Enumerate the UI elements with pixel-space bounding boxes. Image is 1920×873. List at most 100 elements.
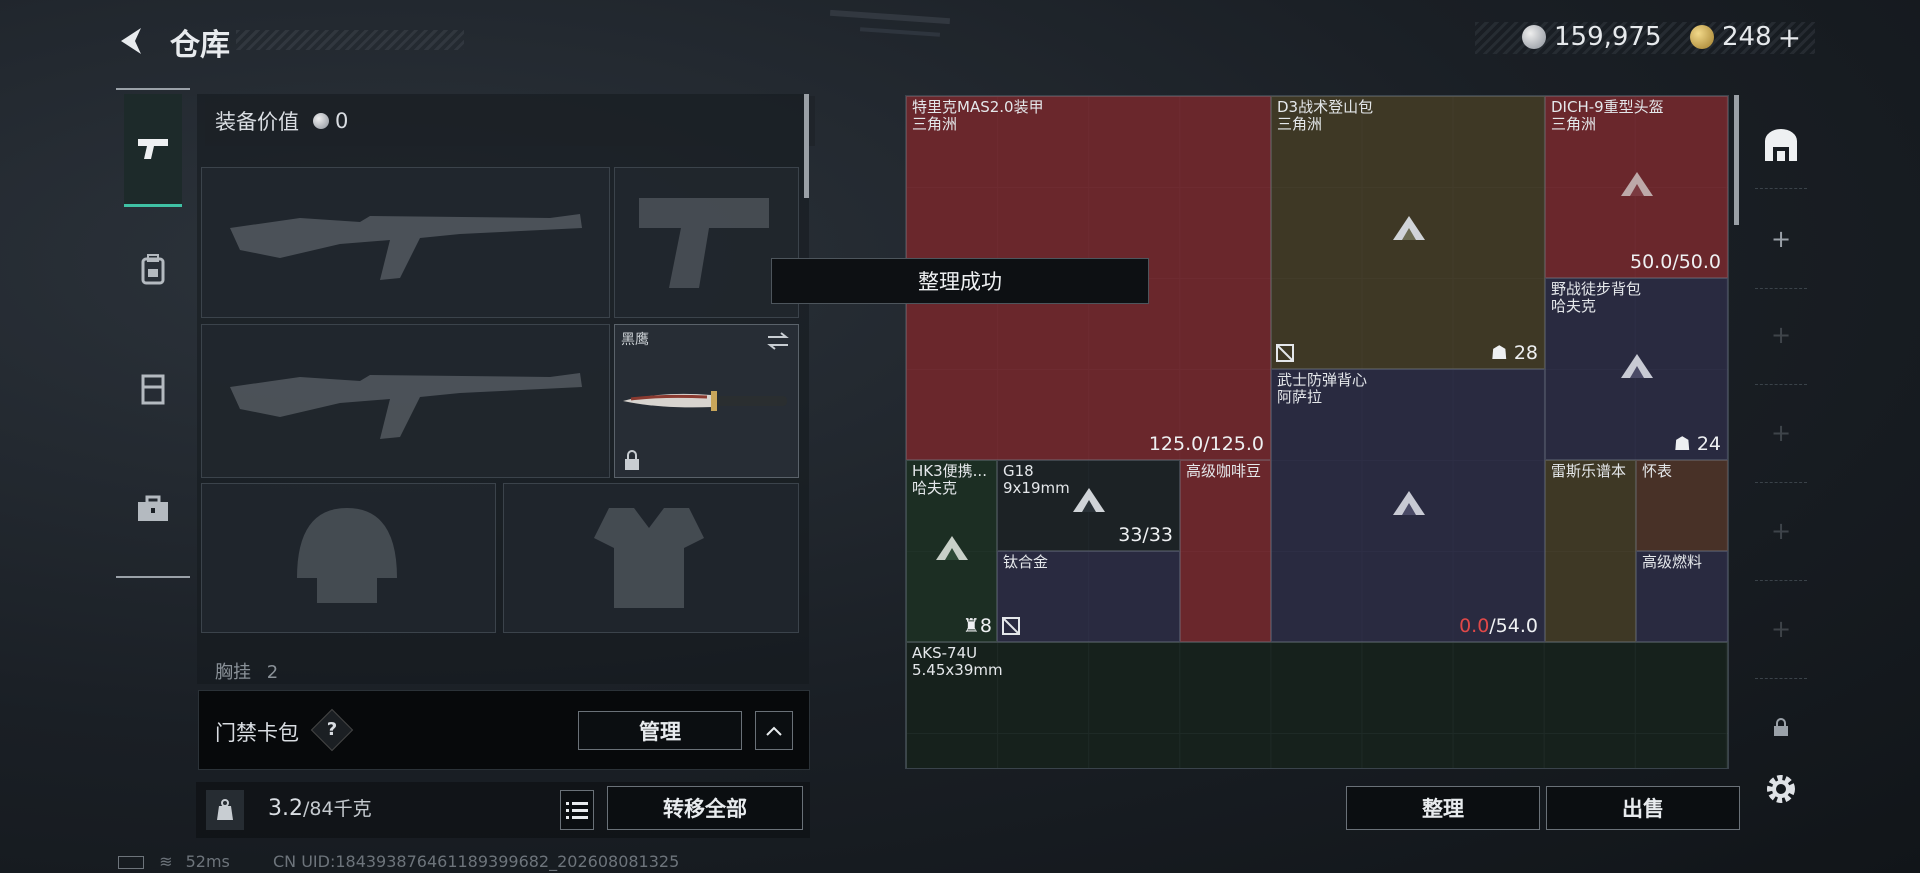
grid-item-g18[interactable]: G18 9x19mm 33/33 — [997, 460, 1180, 551]
grid-item-titanium[interactable]: 钛合金 — [997, 551, 1180, 642]
gold-coin-icon — [1690, 25, 1714, 49]
nav-containers[interactable] — [124, 334, 182, 444]
lock-icon — [1774, 718, 1788, 736]
item-durability: 50.0/50.0 — [1629, 251, 1721, 273]
manage-button[interactable]: 管理 — [578, 711, 742, 750]
list-icon — [566, 802, 588, 819]
status-bar: ≋ 52ms CN UID:1843938764611893996​82_202… — [118, 852, 679, 871]
grid-item-helmet[interactable]: DICH-9重型头盔 三角洲 50.0/50.0 — [1545, 96, 1728, 278]
help-glyph: ? — [326, 719, 338, 740]
uid: CN UID:1843938764611893996​82_2026080813… — [272, 852, 680, 871]
capacity-badge: ☗ 24 — [1673, 433, 1721, 455]
battery-icon — [118, 856, 144, 869]
durability-current: 0.0 — [1459, 615, 1490, 637]
add-stash-tab-button[interactable]: + — [1760, 218, 1802, 260]
wifi-icon: ≋ — [159, 852, 173, 871]
rail-separator — [1755, 482, 1807, 483]
item-name: AKS-74U 5.45x39mm — [912, 644, 1003, 679]
melee-name: 黑鹰 — [621, 332, 649, 348]
grid-item-notebook[interactable]: 雷斯乐谱本 — [1545, 460, 1636, 642]
secondary-weapon-slot[interactable] — [201, 324, 610, 478]
grid-item-backpack-d3[interactable]: D3战术登山包 三角洲 ☗ 28 — [1271, 96, 1545, 369]
weight-max: /84千克 — [303, 798, 372, 820]
chevron-up-icon — [766, 726, 782, 736]
nav-weapons[interactable] — [124, 94, 182, 207]
sort-button[interactable]: 整理 — [1346, 786, 1540, 830]
chest-rig-text: 胸挂 — [215, 662, 251, 683]
pistol-silhouette-icon — [639, 198, 769, 288]
item-name: G18 9x19mm — [1003, 462, 1070, 497]
rail-separator — [1755, 678, 1807, 679]
helmet-slot[interactable] — [201, 483, 496, 633]
no-insure-icon — [1002, 617, 1020, 635]
add-stash-tab-button[interactable]: + — [1760, 412, 1802, 454]
transfer-all-button[interactable]: 转移全部 — [607, 786, 803, 830]
melee-slot[interactable]: 黑鹰 — [614, 324, 799, 478]
equip-value: 0 — [335, 109, 349, 133]
grid-item-aks[interactable]: AKS-74U 5.45x39mm — [906, 642, 1728, 768]
grid-item-fuel[interactable]: 高级燃料 — [1636, 551, 1728, 642]
rarity-triangle-icon — [1621, 354, 1653, 378]
grid-item-hk3[interactable]: HK3便携... 哈夫克 ♜8 — [906, 460, 997, 642]
settings-button[interactable] — [1760, 768, 1802, 810]
gold-currency[interactable]: 248 + — [1690, 18, 1801, 56]
capacity-count: 28 — [1513, 342, 1538, 364]
item-durability: 125.0/125.0 — [1148, 433, 1264, 455]
rarity-triangle-icon — [1393, 216, 1425, 240]
chest-rig-label: 胸挂 2 — [215, 658, 278, 684]
item-durability: 0.0/54.0 — [1459, 615, 1538, 637]
sell-button[interactable]: 出售 — [1546, 786, 1740, 830]
backpack-icon — [141, 254, 165, 285]
primary-weapon-slot[interactable] — [201, 167, 610, 318]
rifle-silhouette-icon — [230, 373, 582, 439]
add-stash-tab-button[interactable]: + — [1760, 510, 1802, 552]
category-nav — [116, 88, 190, 578]
item-name: HK3便携... 哈夫克 — [912, 462, 987, 497]
equip-value-label: 装备价值 — [215, 110, 299, 134]
equip-value-header: 装备价值 0 — [205, 96, 815, 146]
item-name: 武士防弹背心 阿萨拉 — [1277, 371, 1368, 406]
item-name: D3战术登山包 三角洲 — [1277, 98, 1374, 133]
ping: 52ms — [185, 852, 230, 871]
rarity-triangle-icon — [936, 536, 968, 560]
armor-slot[interactable] — [503, 483, 799, 633]
weight-readout: 3.2/84千克 — [268, 794, 372, 821]
weight-current: 3.2 — [268, 796, 303, 821]
chest-rig-count: 2 — [266, 662, 279, 683]
grid-scrollbar[interactable] — [1734, 95, 1739, 225]
grid-item-vest[interactable]: 武士防弹背心 阿萨拉 0.0/54.0 — [1271, 369, 1545, 642]
help-icon[interactable]: ? — [310, 708, 354, 752]
nav-briefcase[interactable] — [124, 454, 182, 564]
silver-currency: 159,975 — [1522, 18, 1662, 56]
gold-amount: 248 — [1722, 22, 1772, 52]
grid-item-backpack-field[interactable]: 野战徒步背包 哈夫克 ☗ 24 — [1545, 278, 1728, 460]
add-stash-tab-button[interactable]: + — [1760, 314, 1802, 356]
lock-icon — [625, 450, 639, 470]
rarity-triangle-icon — [1393, 491, 1425, 515]
loadout-scrollbar[interactable] — [804, 94, 809, 198]
item-name: 怀表 — [1642, 462, 1673, 480]
weight-icon — [206, 790, 244, 830]
grid-item-coffee[interactable]: 高级咖啡豆 — [1180, 460, 1271, 642]
stash-tab-main[interactable] — [1760, 124, 1802, 166]
silver-coin-icon — [313, 113, 329, 129]
nav-gear[interactable] — [124, 214, 182, 324]
add-stash-tab-button[interactable]: + — [1760, 608, 1802, 650]
rail-separator — [1755, 188, 1807, 189]
silver-amount: 159,975 — [1554, 22, 1662, 52]
toast-message: 整理成功 — [771, 258, 1149, 304]
page-title: 仓库 — [170, 28, 230, 63]
vest-silhouette-icon — [594, 508, 704, 608]
ammo-count: 8 — [979, 615, 992, 637]
capacity-count: 24 — [1696, 433, 1721, 455]
swap-icon[interactable] — [766, 331, 790, 351]
add-gold-icon[interactable]: + — [1778, 21, 1801, 54]
stash-grid[interactable]: 特里克MAS2.0装甲 三角洲 125.0/125.0 D3战术登山包 三角洲 … — [905, 95, 1729, 769]
collapse-button[interactable] — [755, 711, 793, 750]
ammo-count: 33/33 — [1118, 524, 1173, 546]
back-arrow-icon[interactable] — [115, 24, 149, 58]
list-view-button[interactable] — [560, 790, 594, 830]
item-name: 特里克MAS2.0装甲 三角洲 — [912, 98, 1044, 133]
grid-item-watch[interactable]: 怀表 — [1636, 460, 1728, 551]
durability-max: /54.0 — [1489, 615, 1538, 637]
